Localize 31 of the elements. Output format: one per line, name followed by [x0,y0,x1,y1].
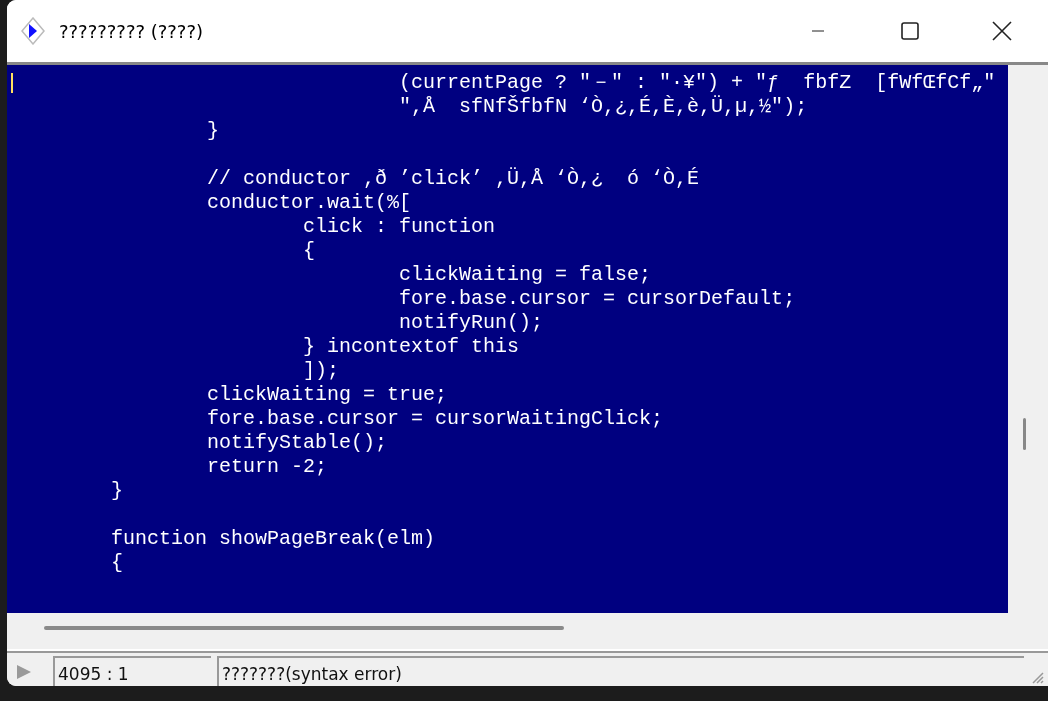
resize-grip-icon[interactable] [1030,670,1044,684]
text-cursor [11,73,13,93]
code-line: } [206,119,220,143]
code-line: // conductor ,ð ’click’ ,Ü,Å ‘Ò,¿ ó ‘Ò,É [206,166,700,191]
scroll-thumb[interactable] [44,626,564,630]
cursor-position: 4095 : 1 [53,656,211,686]
code-line: (currentPage ? "－" : "·¥") + "ƒ fbfZ [fWfŒfCf„" [398,71,996,95]
code-line: fore.base.cursor = cursorWaitingClick; [206,407,664,431]
code-line: clickWaiting = false; [398,263,652,287]
code-line: notifyStable(); [206,431,388,455]
code-line: notifyRun(); [398,311,544,335]
play-icon[interactable] [15,663,33,681]
window-title: ????????? (????) [59,20,203,42]
close-icon [992,21,1012,41]
code-line: clickWaiting = true; [206,383,448,407]
status-message: ???????(syntax error) [217,656,1024,686]
code-line: } [110,479,124,503]
app-icon [21,17,45,45]
code-editor[interactable] [7,65,1008,613]
code-line: click : function [302,215,496,239]
code-line: function showPageBreak(elm) [110,526,436,551]
code-line: fore.base.cursor = cursorDefault; [398,287,796,311]
code-line: { [110,551,124,575]
code-line: { [302,239,316,263]
maximize-icon [901,22,919,40]
code-line: } incontextof this [302,335,520,359]
code-line: ",Å sfNfŠfbfN ‘Ò,¿,É,È,è,Ü,µ,½"); [398,95,808,119]
code-line: return -2; [206,455,328,479]
code-line: ]); [302,359,340,383]
scroll-thumb[interactable] [1023,418,1026,450]
code-line: conductor.wait(%[ [206,191,412,215]
